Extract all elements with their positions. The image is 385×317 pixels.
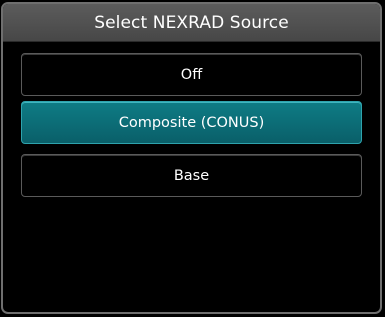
- option-composite-conus-button[interactable]: Composite (CONUS): [21, 101, 362, 144]
- option-base-button[interactable]: Base: [21, 154, 362, 197]
- dialog-title: Select NEXRAD Source: [94, 12, 289, 33]
- option-label: Off: [180, 66, 203, 83]
- option-label: Base: [173, 167, 210, 184]
- nexrad-source-dialog: Select NEXRAD Source Off Composite (CONU…: [1, 2, 382, 314]
- option-label: Composite (CONUS): [118, 114, 265, 131]
- dialog-title-bar: Select NEXRAD Source: [3, 4, 380, 42]
- option-off-button[interactable]: Off: [21, 53, 362, 96]
- source-options-list: Off Composite (CONUS) Base: [3, 41, 380, 312]
